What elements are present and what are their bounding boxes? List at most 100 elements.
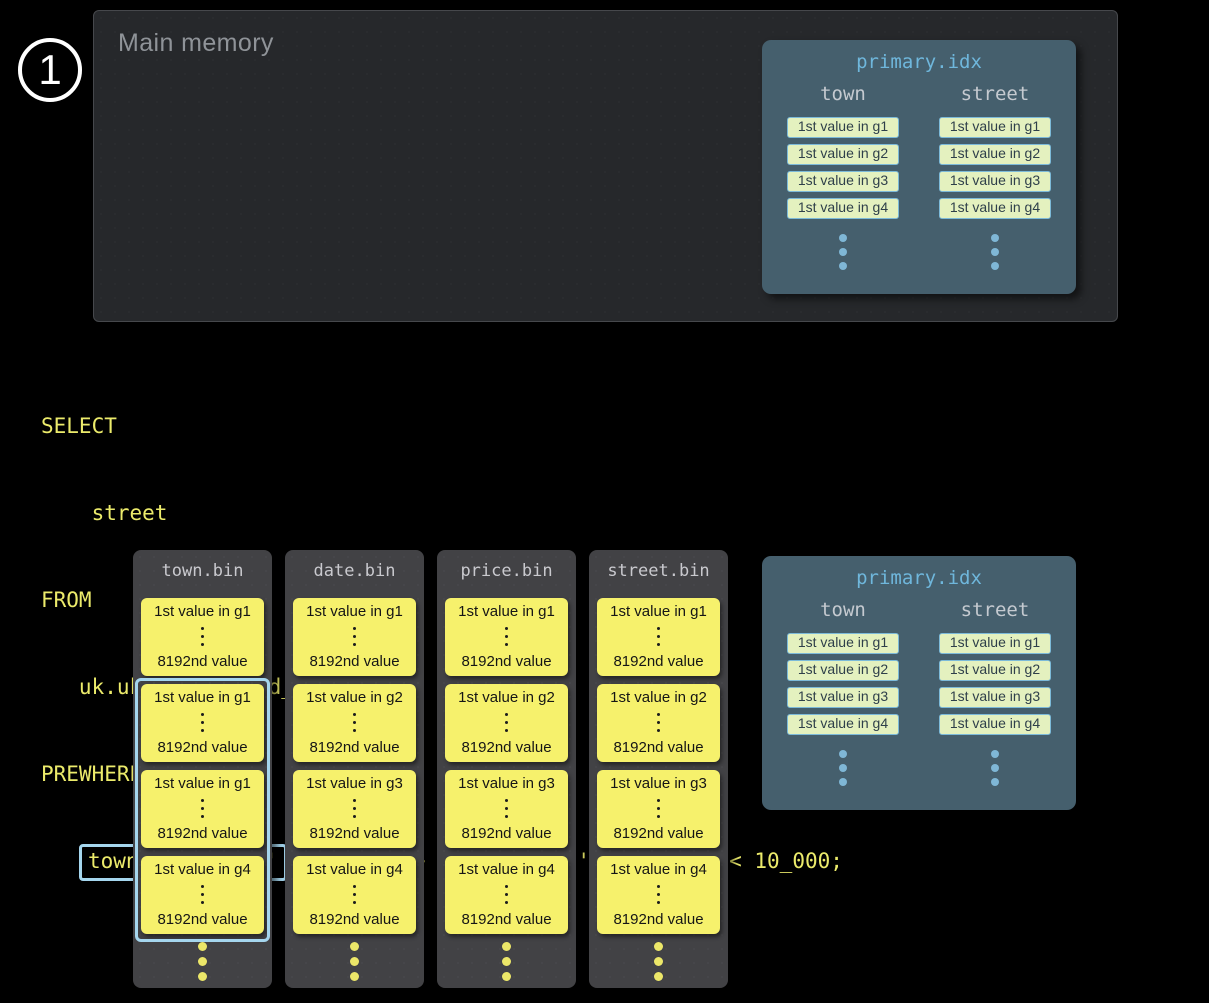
granule-last-value: 8192nd value [461, 825, 551, 842]
granule-last-value: 8192nd value [157, 739, 247, 756]
primary-idx-columns: town 1st value in g1 1st value in g2 1st… [787, 599, 1076, 792]
diagram-stage: 1 Main memory primary.idx town 1st value… [0, 0, 1209, 1003]
granule-last-value: 8192nd value [157, 911, 247, 928]
index-column-street-header: street [939, 83, 1051, 107]
ellipsis-dots-icon [787, 750, 899, 792]
bin-title: street.bin [589, 550, 728, 587]
granule-block: 1st value in g2 8192nd value [445, 684, 568, 762]
granule-last-value: 8192nd value [309, 825, 399, 842]
granule-block: 1st value in g1 8192nd value [293, 598, 416, 676]
ellipsis-dots-icon [353, 797, 356, 821]
granule-block: 1st value in g4 8192nd value [597, 856, 720, 934]
index-entry: 1st value in g1 [939, 633, 1051, 654]
granule-last-value: 8192nd value [157, 825, 247, 842]
granule-first-value: 1st value in g3 [306, 775, 403, 792]
index-entry: 1st value in g4 [939, 714, 1051, 735]
index-entry: 1st value in g4 [787, 198, 899, 219]
granule-last-value: 8192nd value [157, 653, 247, 670]
index-entry: 1st value in g2 [939, 660, 1051, 681]
index-entry: 1st value in g2 [787, 660, 899, 681]
granule-block: 1st value in g1 8192nd value [141, 684, 264, 762]
main-memory-title: Main memory [118, 29, 274, 58]
step-1-badge: 1 [18, 38, 82, 102]
granule-last-value: 8192nd value [309, 911, 399, 928]
ellipsis-dots-icon [787, 234, 899, 276]
primary-idx-title: primary.idx [787, 51, 1051, 81]
ellipsis-dots-icon [657, 625, 660, 649]
index-entry: 1st value in g3 [939, 687, 1051, 708]
granule-block: 1st value in g4 8192nd value [141, 856, 264, 934]
granule-first-value: 1st value in g1 [306, 603, 403, 620]
index-entry: 1st value in g1 [787, 633, 899, 654]
bin-title: date.bin [285, 550, 424, 587]
granule-last-value: 8192nd value [309, 739, 399, 756]
ellipsis-dots-icon [657, 883, 660, 907]
index-entry: 1st value in g3 [939, 171, 1051, 192]
ellipsis-dots-icon [505, 797, 508, 821]
index-entry: 1st value in g4 [939, 198, 1051, 219]
ellipsis-dots-icon [353, 711, 356, 735]
ellipsis-dots-icon [201, 711, 204, 735]
ellipsis-dots-icon [201, 625, 204, 649]
ellipsis-dots-icon [201, 797, 204, 821]
ellipsis-dots-icon [939, 750, 1051, 792]
granule-last-value: 8192nd value [613, 653, 703, 670]
index-entry: 1st value in g2 [787, 144, 899, 165]
index-entry: 1st value in g1 [939, 117, 1051, 138]
ellipsis-dots-icon [657, 797, 660, 821]
bin-granules: 1st value in g1 8192nd value 1st value i… [133, 587, 272, 934]
granule-first-value: 1st value in g1 [154, 689, 251, 706]
index-entry: 1st value in g1 [787, 117, 899, 138]
granule-first-value: 1st value in g2 [458, 689, 555, 706]
granule-first-value: 1st value in g1 [154, 775, 251, 792]
bin-panel-town: town.bin 1st value in g1 8192nd value 1s… [133, 550, 272, 988]
bin-panel-street: street.bin 1st value in g1 8192nd value … [589, 550, 728, 988]
ellipsis-dots-icon [133, 942, 272, 987]
index-column-town-header: town [787, 599, 899, 623]
granule-block: 1st value in g3 8192nd value [293, 770, 416, 848]
granule-block: 1st value in g2 8192nd value [293, 684, 416, 762]
ellipsis-dots-icon [437, 942, 576, 987]
granule-last-value: 8192nd value [461, 739, 551, 756]
granule-last-value: 8192nd value [613, 739, 703, 756]
index-entry: 1st value in g4 [787, 714, 899, 735]
granule-block: 1st value in g4 8192nd value [445, 856, 568, 934]
ellipsis-dots-icon [353, 625, 356, 649]
sql-indent [41, 849, 79, 873]
bin-panel-price: price.bin 1st value in g1 8192nd value 1… [437, 550, 576, 988]
ellipsis-dots-icon [505, 625, 508, 649]
ellipsis-dots-icon [505, 883, 508, 907]
granule-first-value: 1st value in g2 [306, 689, 403, 706]
granule-first-value: 1st value in g1 [610, 603, 707, 620]
granule-first-value: 1st value in g2 [610, 689, 707, 706]
granule-first-value: 1st value in g4 [306, 861, 403, 878]
index-column-town: town 1st value in g1 1st value in g2 1st… [787, 83, 899, 276]
sql-line: SELECT [41, 412, 843, 441]
primary-idx-panel-memory: primary.idx town 1st value in g1 1st val… [762, 40, 1076, 294]
bin-granules: 1st value in g1 8192nd value 1st value i… [437, 587, 576, 934]
granule-block: 1st value in g1 8192nd value [141, 598, 264, 676]
ellipsis-dots-icon [505, 711, 508, 735]
index-column-street: street 1st value in g1 1st value in g2 1… [939, 599, 1051, 792]
granule-first-value: 1st value in g4 [154, 861, 251, 878]
ellipsis-dots-icon [657, 711, 660, 735]
granule-last-value: 8192nd value [613, 825, 703, 842]
granule-last-value: 8192nd value [613, 911, 703, 928]
granule-last-value: 8192nd value [461, 653, 551, 670]
bin-title: town.bin [133, 550, 272, 587]
granule-block: 1st value in g1 8192nd value [141, 770, 264, 848]
bin-panel-date: date.bin 1st value in g1 8192nd value 1s… [285, 550, 424, 988]
index-column-street-header: street [939, 599, 1051, 623]
granule-last-value: 8192nd value [461, 911, 551, 928]
granule-first-value: 1st value in g4 [458, 861, 555, 878]
index-entry: 1st value in g3 [787, 687, 899, 708]
ellipsis-dots-icon [589, 942, 728, 987]
index-entry: 1st value in g2 [939, 144, 1051, 165]
primary-idx-panel-disk: primary.idx town 1st value in g1 1st val… [762, 556, 1076, 810]
granule-first-value: 1st value in g3 [610, 775, 707, 792]
granule-block: 1st value in g1 8192nd value [445, 598, 568, 676]
ellipsis-dots-icon [285, 942, 424, 987]
index-column-street: street 1st value in g1 1st value in g2 1… [939, 83, 1051, 276]
primary-idx-title: primary.idx [787, 567, 1051, 597]
bin-title: price.bin [437, 550, 576, 587]
